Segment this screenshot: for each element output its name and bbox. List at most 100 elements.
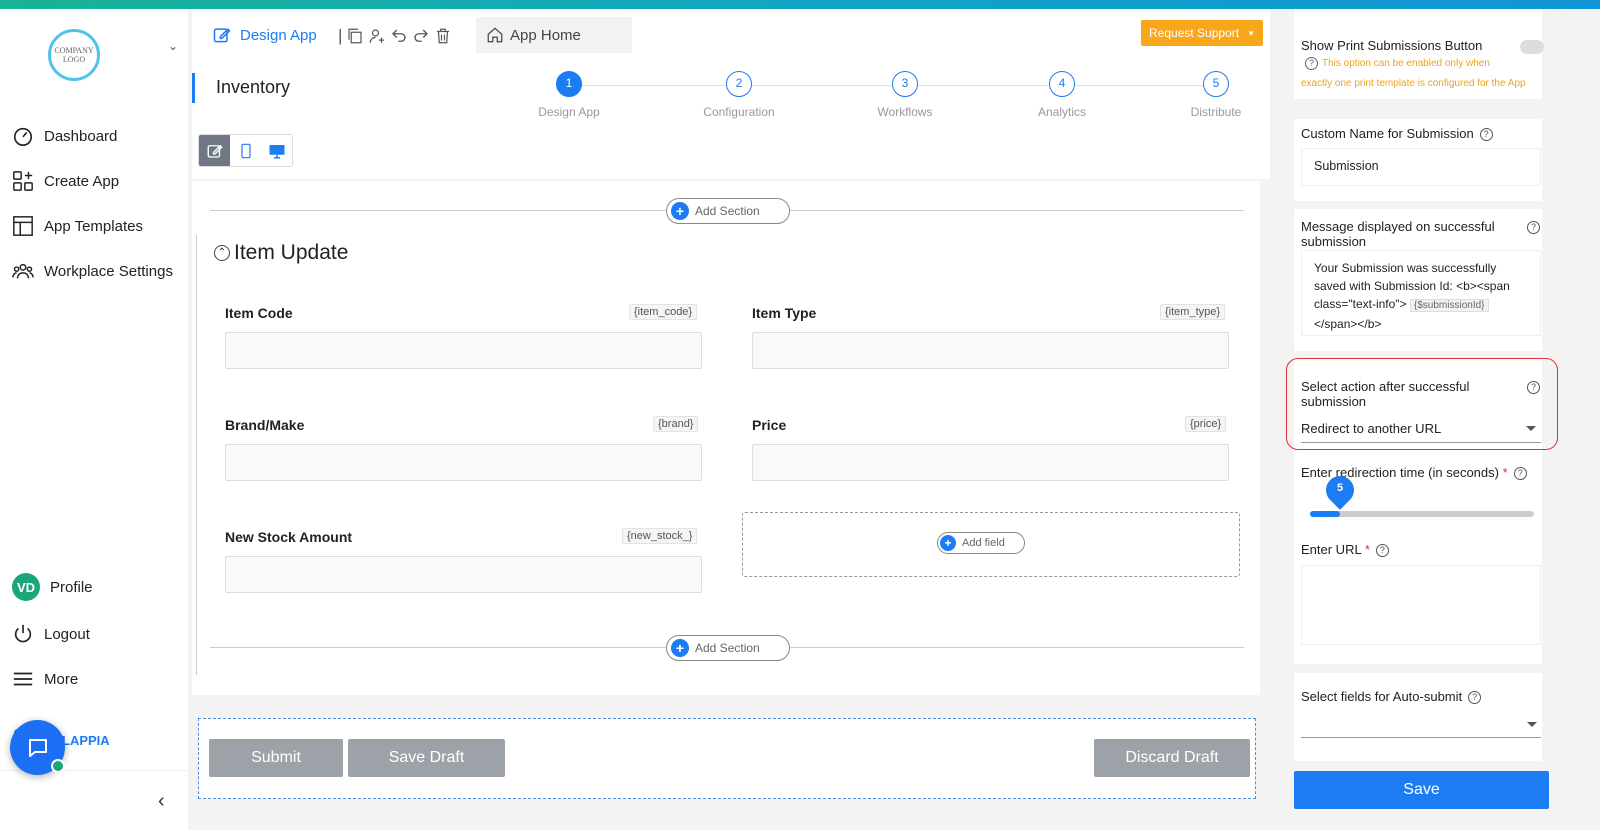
message-textarea[interactable]: Your Submission was successfully saved w… bbox=[1301, 250, 1541, 336]
add-section-label: Add Section bbox=[695, 641, 760, 655]
sidebar-item-more[interactable]: More bbox=[12, 668, 78, 690]
help-icon[interactable]: ? bbox=[1468, 691, 1482, 705]
sidebar-item-label: Create App bbox=[44, 172, 120, 190]
step-number: 5 bbox=[1203, 71, 1229, 97]
chevron-up-icon[interactable]: ⌃ bbox=[214, 245, 230, 261]
add-section-button[interactable]: + Add Section bbox=[666, 635, 790, 661]
help-icon[interactable]: ? bbox=[1527, 381, 1540, 394]
step-design-app[interactable]: 1 Design App bbox=[519, 71, 619, 119]
field-key-brand: {brand} bbox=[653, 416, 699, 432]
sidebar: COMPANY LOGO ⌄ Dashboard Create App App … bbox=[0, 9, 188, 830]
sidebar-item-workplace-settings[interactable]: Workplace Settings bbox=[12, 260, 173, 282]
sidebar-item-label: Workplace Settings bbox=[44, 262, 173, 280]
field-key-price: {price} bbox=[1185, 416, 1227, 432]
redirect-time-slider[interactable] bbox=[1310, 511, 1534, 517]
price-input[interactable] bbox=[752, 444, 1229, 481]
view-switcher bbox=[198, 134, 293, 167]
chevron-down-icon[interactable]: ⌄ bbox=[168, 39, 178, 53]
discard-draft-button[interactable]: Discard Draft bbox=[1094, 739, 1250, 777]
help-icon[interactable]: ? bbox=[1513, 467, 1527, 481]
desktop-icon bbox=[269, 144, 284, 158]
help-icon[interactable]: ? bbox=[1375, 544, 1389, 558]
add-field-dropzone: + Add field bbox=[742, 512, 1240, 577]
custom-name-input[interactable]: Submission bbox=[1301, 148, 1541, 186]
print-warning: ? This option can be enabled only when bbox=[1305, 54, 1490, 74]
title-accent bbox=[192, 73, 195, 103]
brand-input[interactable] bbox=[225, 444, 702, 481]
mobile-icon bbox=[240, 143, 251, 158]
step-number: 2 bbox=[726, 71, 752, 97]
toolbar: Design App | App Home Request Support ▼ bbox=[192, 9, 1270, 61]
form-footer: Submit Save Draft Discard Draft bbox=[198, 718, 1256, 799]
action-label: Select action after successful submissio… bbox=[1301, 379, 1470, 409]
copy-icon[interactable] bbox=[346, 27, 364, 45]
menu-icon bbox=[13, 672, 33, 686]
field-key-item-type: {item_type} bbox=[1160, 304, 1226, 320]
step-distribute[interactable]: 5 Distribute bbox=[1166, 71, 1266, 119]
help-icon[interactable]: ? bbox=[1527, 221, 1540, 234]
step-analytics[interactable]: 4 Analytics bbox=[1012, 71, 1112, 119]
company-logo[interactable]: COMPANY LOGO bbox=[48, 29, 100, 81]
add-field-button[interactable]: + Add field bbox=[937, 532, 1025, 554]
dashboard-icon bbox=[13, 127, 33, 146]
url-input[interactable] bbox=[1301, 565, 1541, 645]
message-text: class="text-info"> bbox=[1314, 297, 1407, 311]
item-type-input[interactable] bbox=[752, 332, 1229, 369]
submit-button[interactable]: Submit bbox=[209, 739, 343, 777]
sidebar-item-dashboard[interactable]: Dashboard bbox=[12, 125, 117, 147]
undo-icon[interactable] bbox=[390, 27, 408, 45]
new-stock-input[interactable] bbox=[225, 556, 702, 593]
message-line: </span></b> bbox=[1314, 317, 1382, 331]
redo-icon[interactable] bbox=[412, 27, 430, 45]
add-user-icon[interactable] bbox=[368, 27, 386, 45]
desktop-view-button[interactable] bbox=[261, 135, 292, 166]
step-number: 3 bbox=[892, 71, 918, 97]
print-button-toggle[interactable] bbox=[1520, 40, 1544, 54]
sidebar-item-label: Profile bbox=[50, 578, 93, 596]
autosubmit-select[interactable] bbox=[1301, 717, 1541, 738]
message-line: Your Submission was successfully bbox=[1314, 261, 1497, 275]
edit-view-button[interactable] bbox=[199, 135, 230, 166]
caret-down-icon bbox=[1526, 426, 1536, 431]
step-label: Distribute bbox=[1190, 105, 1242, 119]
section-title: Item Update bbox=[234, 241, 349, 264]
design-app-tab[interactable]: Design App bbox=[212, 25, 317, 45]
slider-fill bbox=[1310, 511, 1340, 517]
mobile-view-button[interactable] bbox=[230, 135, 261, 166]
step-configuration[interactable]: 2 Configuration bbox=[689, 71, 789, 119]
add-section-label: Add Section bbox=[695, 204, 760, 218]
sidebar-item-label: App Templates bbox=[44, 217, 143, 235]
step-workflows[interactable]: 3 Workflows bbox=[855, 71, 955, 119]
divider-icon: | bbox=[338, 26, 343, 45]
step-label: Workflows bbox=[877, 105, 933, 119]
plus-icon: + bbox=[940, 535, 956, 551]
item-code-input[interactable] bbox=[225, 332, 702, 369]
request-support-label: Request Support bbox=[1149, 26, 1240, 40]
request-support-button[interactable]: Request Support ▼ bbox=[1141, 20, 1263, 46]
action-select[interactable]: Redirect to another URL bbox=[1301, 421, 1541, 443]
sidebar-item-label: More bbox=[44, 670, 79, 688]
sidebar-item-logout[interactable]: Logout bbox=[12, 623, 90, 645]
save-draft-button[interactable]: Save Draft bbox=[348, 739, 505, 777]
app-home-button[interactable]: App Home bbox=[476, 17, 632, 53]
field-key-new-stock: {new_stock_} bbox=[622, 528, 698, 544]
app-home-label: App Home bbox=[510, 26, 581, 44]
help-icon[interactable]: ? bbox=[1479, 128, 1493, 142]
create-app-icon bbox=[13, 171, 33, 191]
step-label: Configuration bbox=[703, 105, 775, 119]
add-section-button[interactable]: + Add Section bbox=[666, 198, 790, 224]
sidebar-item-profile[interactable]: VD Profile bbox=[12, 573, 93, 601]
page-title: Inventory bbox=[216, 77, 291, 97]
trash-icon[interactable] bbox=[434, 27, 452, 45]
templates-icon bbox=[13, 216, 33, 236]
section-header[interactable]: ⌃ Item Update bbox=[214, 241, 348, 265]
section-indent-line bbox=[196, 235, 197, 675]
sidebar-item-create-app[interactable]: Create App bbox=[12, 170, 119, 192]
step-number: 1 bbox=[556, 71, 582, 97]
app-header: Inventory 1 Design App 2 Configuration 3… bbox=[192, 61, 1270, 179]
help-icon: ? bbox=[1305, 56, 1318, 70]
save-button[interactable]: Save bbox=[1294, 771, 1549, 809]
collapse-sidebar-icon[interactable]: ‹ bbox=[158, 790, 165, 813]
sidebar-item-app-templates[interactable]: App Templates bbox=[12, 215, 143, 237]
message-line: saved with Submission Id: <b><span bbox=[1314, 279, 1510, 293]
